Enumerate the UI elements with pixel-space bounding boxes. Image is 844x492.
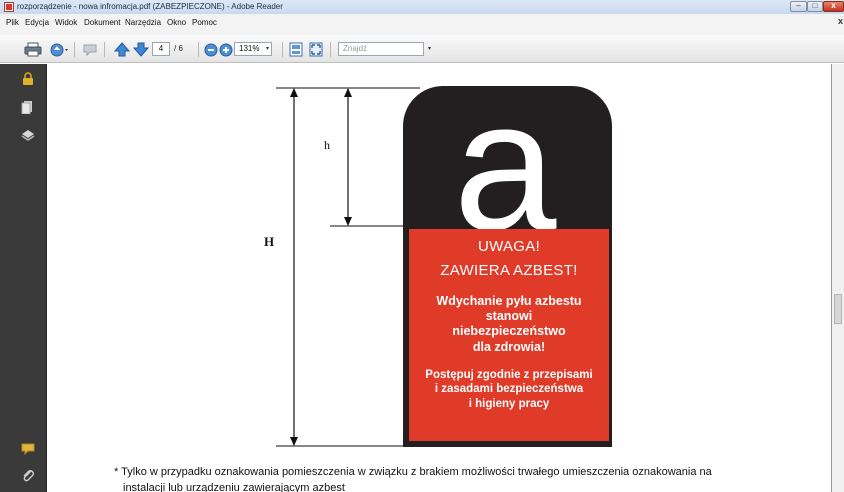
menu-narzedzia[interactable]: Narzędzia — [125, 18, 161, 27]
toolbar-separator — [198, 42, 199, 57]
scrollbar-thumb[interactable] — [834, 294, 842, 324]
fit-page-icon[interactable] — [289, 42, 303, 57]
warning-line: Wdychanie pyłu azbestu — [436, 294, 582, 308]
zoom-value: 131% — [239, 44, 260, 53]
menu-bar: Plik Edycja Widok Dokument Narzędzia Okn… — [0, 14, 844, 35]
toolbar-separator — [104, 42, 105, 57]
find-placeholder: Znajdź — [343, 44, 368, 53]
title-bar: rozporządzenie - nowa infromacja.pdf (ZA… — [0, 0, 844, 14]
warning-subtitle: ZAWIERA AZBEST! — [440, 262, 578, 279]
vertical-scrollbar[interactable] — [832, 64, 844, 492]
warning-line: stanowi — [485, 309, 533, 323]
full-screen-icon[interactable] — [309, 42, 323, 57]
toolbar-separator — [74, 42, 75, 57]
minimize-icon: – — [796, 1, 801, 10]
zoom-out-icon[interactable] — [204, 42, 218, 57]
find-input[interactable]: Znajdź ▾ — [338, 42, 431, 56]
menu-widok[interactable]: Widok — [55, 18, 77, 27]
maximize-button[interactable]: □ — [807, 1, 823, 12]
chevron-down-icon: ▾ — [265, 46, 269, 52]
close-icon: x — [831, 1, 836, 10]
warning-title: UWAGA! — [477, 238, 541, 255]
warning-line: dla zdrowia! — [472, 340, 546, 354]
attachments-icon[interactable] — [21, 468, 35, 482]
navigation-panel — [0, 64, 47, 492]
zoom-in-icon[interactable] — [219, 42, 233, 57]
comments-icon[interactable] — [21, 442, 35, 456]
menu-edycja[interactable]: Edycja — [25, 18, 49, 27]
zoom-select[interactable]: 131% ▾ — [234, 42, 272, 56]
menu-dokument[interactable]: Dokument — [84, 18, 120, 27]
page-total: / 6 — [174, 44, 183, 53]
menu-okno[interactable]: Okno — [167, 18, 186, 27]
advice-line: i zasadami bezpieczeństwa — [434, 383, 584, 395]
window-title: rozporządzenie - nowa infromacja.pdf (ZA… — [17, 2, 283, 11]
toolbar-separator — [282, 42, 283, 57]
page-down-icon[interactable] — [133, 42, 149, 57]
dimension-H-label: H — [264, 234, 275, 249]
close-button[interactable]: x — [823, 1, 844, 12]
share-icon[interactable] — [50, 42, 70, 57]
advice-line: i higieny pracy — [468, 398, 550, 410]
dimension-lines — [276, 87, 420, 447]
chevron-down-icon: ▾ — [427, 46, 431, 52]
adobe-reader-icon — [4, 2, 14, 12]
pages-icon[interactable] — [21, 100, 35, 114]
maximize-icon: □ — [812, 1, 818, 10]
toolbar-separator — [330, 42, 331, 57]
footnote-continued: instalacji lub urządzeniu zawierającym a… — [123, 482, 345, 492]
toolbar: 4 / 6 131% ▾ Znajdź ▾ — [0, 35, 844, 63]
document-close-button[interactable]: x — [838, 16, 843, 26]
comment-icon[interactable] — [82, 42, 98, 57]
footnote: * Tylko w przypadku oznakowania pomieszc… — [114, 466, 712, 478]
menu-pomoc[interactable]: Pomoc — [192, 18, 217, 27]
layers-icon[interactable] — [21, 128, 35, 142]
page-number-input[interactable]: 4 — [152, 42, 170, 56]
dimension-h-label: h — [324, 138, 330, 152]
page-up-icon[interactable] — [114, 42, 130, 57]
print-icon[interactable] — [24, 42, 42, 57]
advice-line: Postępuj zgodnie z przepisami — [425, 369, 593, 381]
lock-icon[interactable] — [21, 72, 35, 86]
warning-line: niebezpieczeństwo — [452, 324, 566, 338]
minimize-button[interactable]: – — [790, 1, 807, 12]
menu-plik[interactable]: Plik — [6, 18, 19, 27]
